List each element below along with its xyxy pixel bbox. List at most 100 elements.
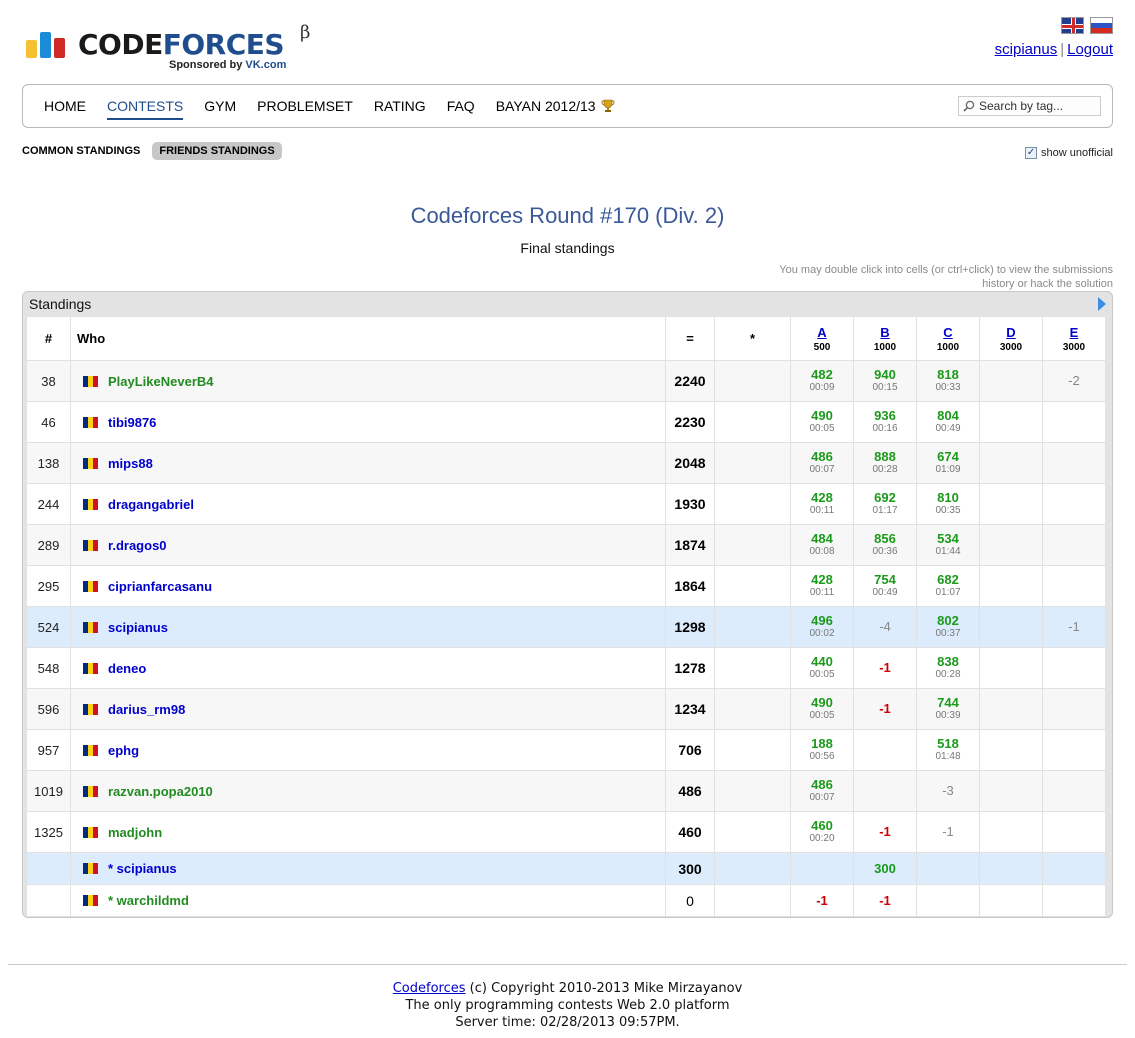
participant-handle[interactable]: razvan.popa2010 [108,784,213,799]
problem-cell[interactable]: 428 00:11 [790,483,854,525]
problem-cell[interactable] [916,884,980,917]
problem-cell[interactable] [979,884,1043,917]
show-unofficial-toggle[interactable]: ✓ show unofficial [1025,147,1113,159]
problem-cell[interactable]: -2 [1042,360,1106,402]
problem-cell[interactable]: -1 [853,811,917,853]
problem-cell[interactable]: -1 [790,884,854,917]
problem-cell[interactable]: 838 00:28 [916,647,980,689]
participant-handle[interactable]: tibi9876 [108,415,156,430]
problem-cell[interactable]: 460 00:20 [790,811,854,853]
problem-cell[interactable] [853,729,917,771]
problem-cell[interactable]: 674 01:09 [916,442,980,484]
problem-e-link[interactable]: E [1070,325,1079,340]
problem-cell[interactable] [979,811,1043,853]
menu-bayan[interactable]: BAYAN 2012/13 [496,98,616,114]
problem-cell[interactable]: 188 00:56 [790,729,854,771]
english-flag-icon[interactable] [1061,17,1084,34]
problem-cell[interactable]: 490 00:05 [790,688,854,730]
problem-cell[interactable]: 940 00:15 [853,360,917,402]
problem-a-link[interactable]: A [817,325,826,340]
problem-cell[interactable]: 440 00:05 [790,647,854,689]
problem-cell[interactable] [979,401,1043,443]
tab-friends-standings[interactable]: FRIENDS STANDINGS [152,142,282,160]
problem-b-link[interactable]: B [880,325,889,340]
problem-cell[interactable]: 300 [853,852,917,885]
problem-cell[interactable] [1042,811,1106,853]
problem-cell[interactable]: -1 [916,811,980,853]
problem-cell[interactable] [916,852,980,885]
problem-cell[interactable] [1042,442,1106,484]
problem-cell[interactable] [979,483,1043,525]
participant-handle[interactable]: darius_rm98 [108,702,185,717]
problem-cell[interactable] [1042,565,1106,607]
problem-cell[interactable]: 754 00:49 [853,565,917,607]
participant-handle[interactable]: * warchildmd [108,893,189,908]
problem-cell[interactable]: -1 [853,688,917,730]
problem-cell[interactable] [1042,647,1106,689]
problem-cell[interactable]: 428 00:11 [790,565,854,607]
problem-cell[interactable]: 804 00:49 [916,401,980,443]
problem-cell[interactable]: -4 [853,606,917,648]
problem-cell[interactable] [979,565,1043,607]
problem-cell[interactable]: 682 01:07 [916,565,980,607]
participant-handle[interactable]: PlayLikeNeverB4 [108,374,214,389]
problem-cell[interactable] [853,770,917,812]
participant-handle[interactable]: * scipianus [108,861,177,876]
problem-cell[interactable]: 936 00:16 [853,401,917,443]
problem-cell[interactable] [1042,401,1106,443]
problem-cell[interactable] [979,688,1043,730]
problem-cell[interactable]: -1 [853,647,917,689]
problem-cell[interactable]: 856 00:36 [853,524,917,566]
participant-handle[interactable]: r.dragos0 [108,538,167,553]
problem-cell[interactable] [790,852,854,885]
tag-search-input[interactable]: Search by tag... [958,96,1101,116]
problem-cell[interactable] [979,647,1043,689]
menu-rating[interactable]: RATING [374,98,426,114]
participant-handle[interactable]: scipianus [108,620,168,635]
problem-cell[interactable] [1042,884,1106,917]
problem-cell[interactable]: 534 01:44 [916,524,980,566]
problem-cell[interactable]: 486 00:07 [790,770,854,812]
show-unofficial-checkbox[interactable]: ✓ [1025,147,1038,159]
problem-cell[interactable]: 496 00:02 [790,606,854,648]
problem-cell[interactable]: 692 01:17 [853,483,917,525]
problem-cell[interactable]: 490 00:05 [790,401,854,443]
problem-cell[interactable] [979,770,1043,812]
problem-cell[interactable] [1042,688,1106,730]
problem-cell[interactable] [1042,770,1106,812]
participant-handle[interactable]: deneo [108,661,146,676]
footer-codeforces-link[interactable]: Codeforces [393,981,466,996]
problem-cell[interactable]: 484 00:08 [790,524,854,566]
participant-handle[interactable]: ephg [108,743,139,758]
problem-cell[interactable] [1042,852,1106,885]
menu-gym[interactable]: GYM [204,98,236,114]
russian-flag-icon[interactable] [1090,17,1113,34]
problem-cell[interactable] [1042,729,1106,771]
problem-cell[interactable]: 802 00:37 [916,606,980,648]
problem-cell[interactable] [979,606,1043,648]
problem-cell[interactable] [979,852,1043,885]
problem-cell[interactable] [979,442,1043,484]
participant-handle[interactable]: ciprianfarcasanu [108,579,212,594]
problem-cell[interactable]: 486 00:07 [790,442,854,484]
logout-link[interactable]: Logout [1067,41,1113,58]
problem-cell[interactable] [1042,524,1106,566]
problem-cell[interactable] [979,729,1043,771]
codeforces-logo[interactable]: CODEFORCES β Sponsored by VK.com [26,22,326,74]
problem-cell[interactable]: -3 [916,770,980,812]
problem-cell[interactable] [1042,483,1106,525]
problem-cell[interactable]: 818 00:33 [916,360,980,402]
problem-cell[interactable]: 518 01:48 [916,729,980,771]
problem-cell[interactable]: 482 00:09 [790,360,854,402]
problem-cell[interactable] [979,360,1043,402]
menu-problemset[interactable]: PROBLEMSET [257,98,353,114]
participant-handle[interactable]: dragangabriel [108,497,194,512]
participant-handle[interactable]: mips88 [108,456,153,471]
problem-cell[interactable]: -1 [1042,606,1106,648]
expand-arrow-icon[interactable] [1098,297,1106,311]
problem-cell[interactable] [979,524,1043,566]
problem-cell[interactable]: 810 00:35 [916,483,980,525]
tab-common-standings[interactable]: COMMON STANDINGS [22,142,146,160]
problem-cell[interactable]: -1 [853,884,917,917]
problem-d-link[interactable]: D [1006,325,1015,340]
